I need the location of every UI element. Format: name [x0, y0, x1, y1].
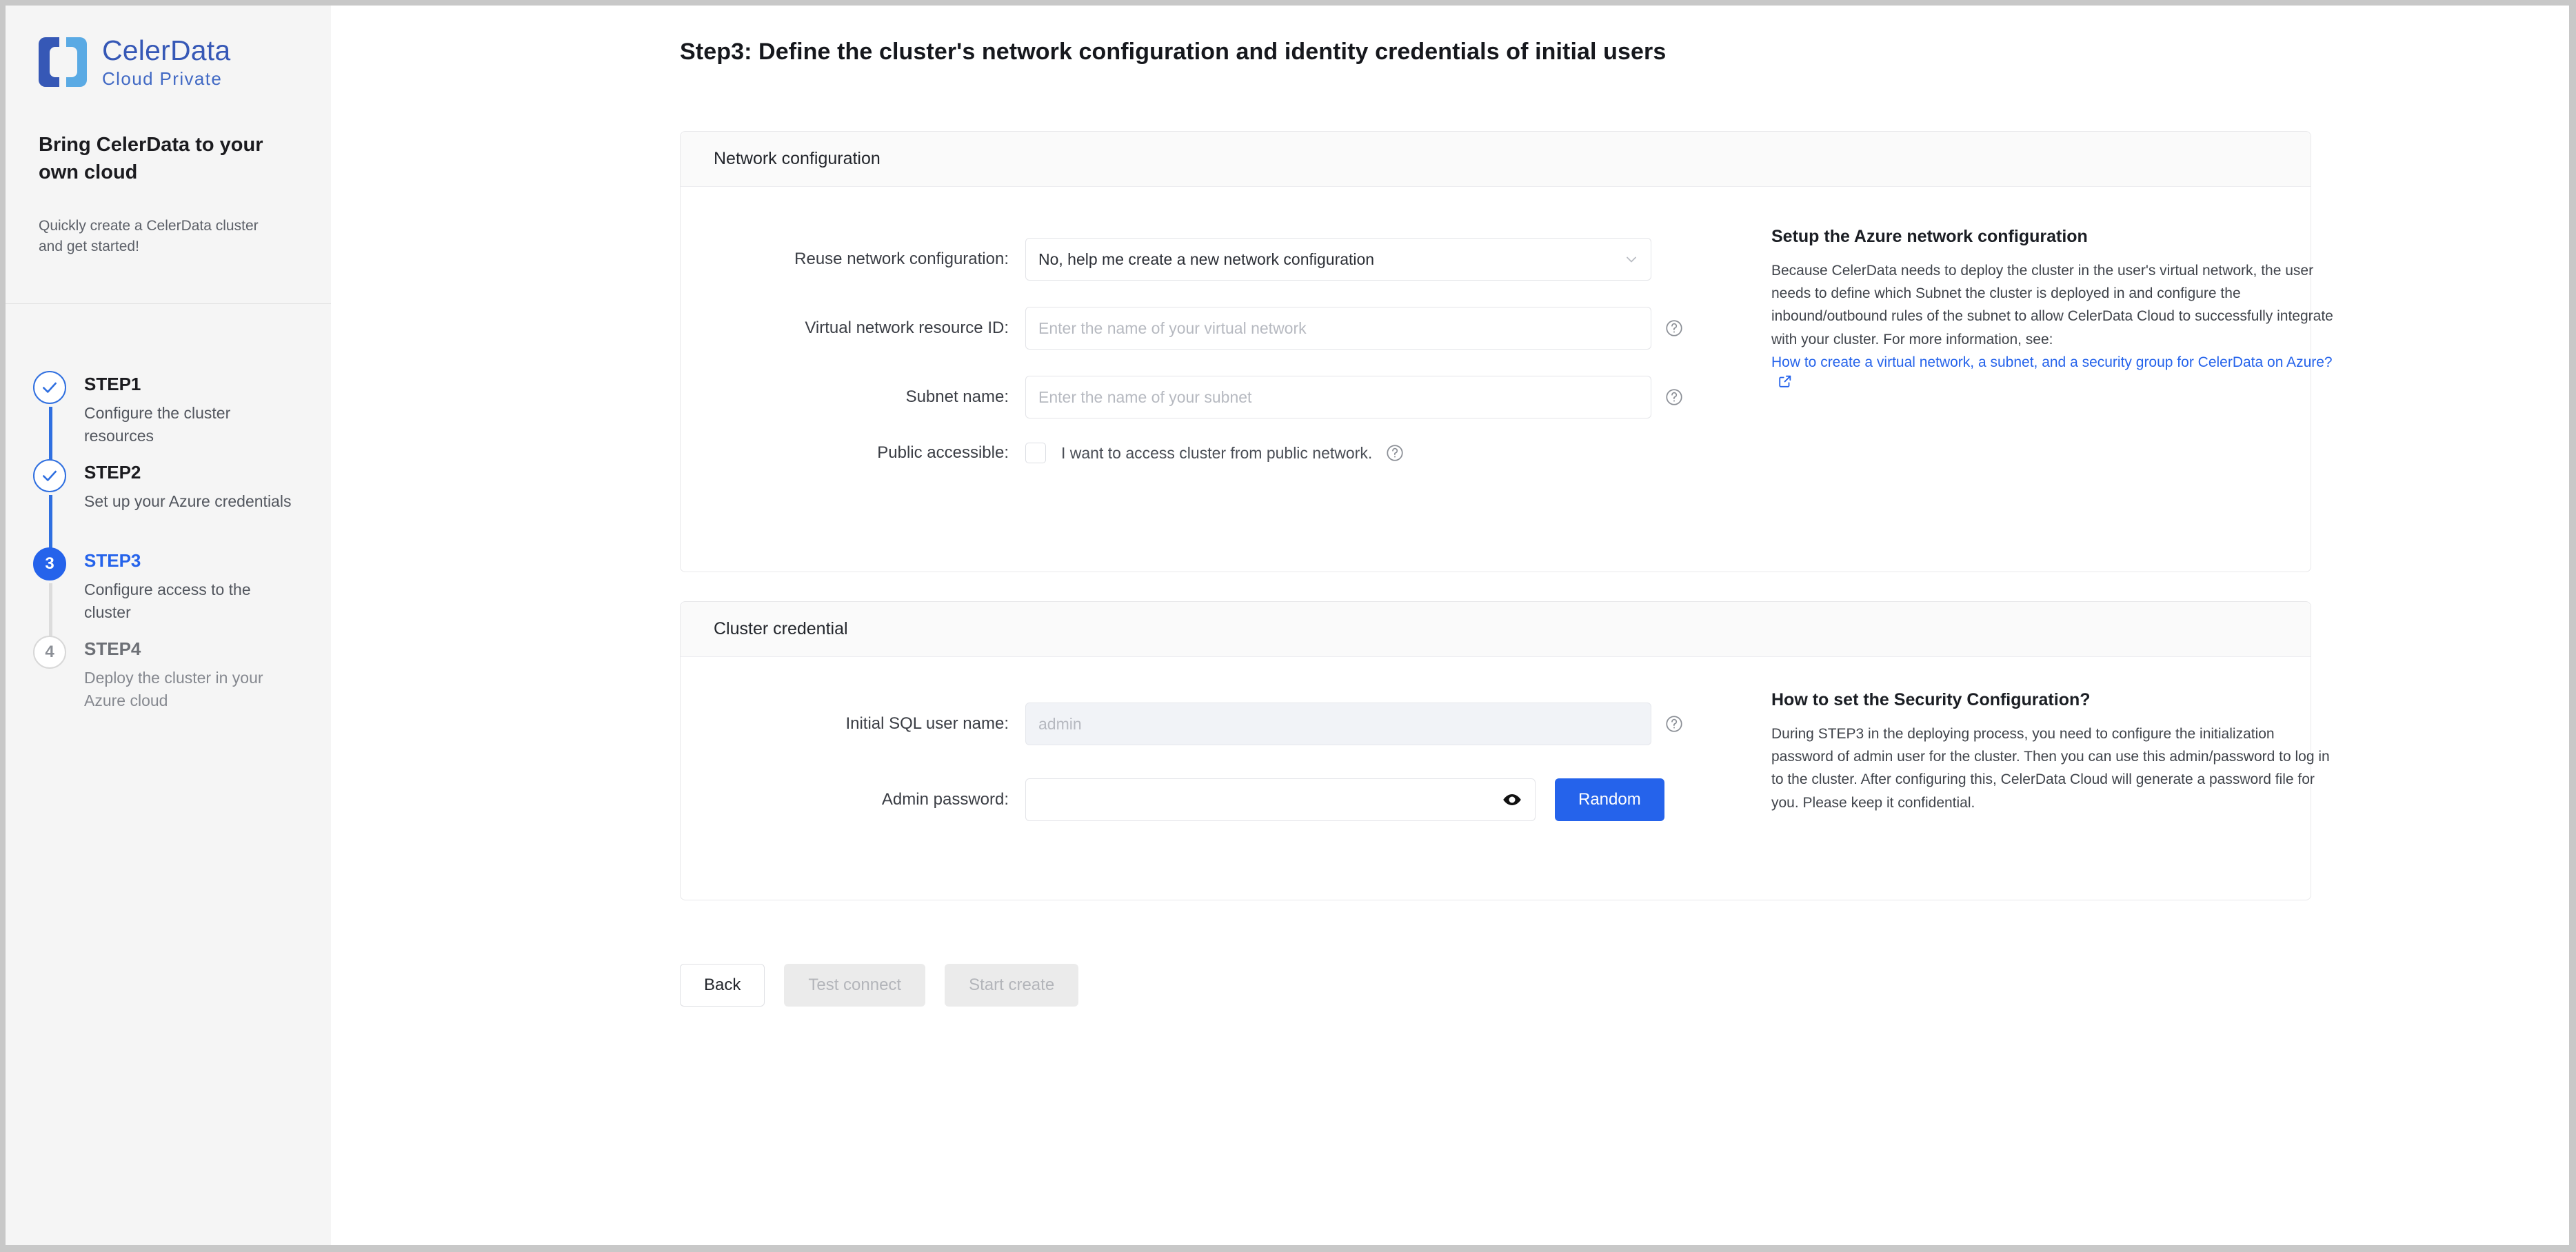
security-help-text: During STEP3 in the deploying process, y…: [1771, 723, 2337, 814]
step-4-number-badge: 4: [33, 636, 66, 669]
public-accessible-label: Public accessible:: [681, 443, 1025, 463]
reuse-network-row: Reuse network configuration: No, help me…: [681, 232, 1708, 286]
network-help-panel: Setup the Azure network configuration Be…: [1771, 227, 2337, 392]
virtual-network-label: Virtual network resource ID:: [681, 319, 1025, 338]
step-3-title: STEP3: [84, 541, 316, 569]
subnet-name-help-icon[interactable]: [1664, 387, 1684, 407]
sql-username-label: Initial SQL user name:: [681, 714, 1025, 734]
sql-username-help-icon[interactable]: [1664, 714, 1684, 734]
step-1-desc: Configure the cluster resources: [84, 402, 298, 447]
credential-card-title: Cluster credential: [714, 619, 848, 639]
security-help-panel: How to set the Security Configuration? D…: [1771, 690, 2337, 814]
subnet-name-label: Subnet name:: [681, 387, 1025, 407]
step-3-number-badge: 3: [33, 547, 66, 580]
virtual-network-input[interactable]: [1025, 307, 1651, 350]
sidebar-divider: [6, 303, 331, 304]
reuse-network-select[interactable]: No, help me create a new network configu…: [1025, 238, 1651, 281]
network-configuration-card: Network configuration Reuse network conf…: [680, 131, 2311, 572]
step-2-check-icon: [33, 459, 66, 492]
reuse-network-label: Reuse network configuration:: [681, 250, 1025, 269]
sidebar-step-2[interactable]: STEP2 Set up your Azure credentials: [33, 452, 316, 541]
step-4-title: STEP4: [84, 629, 316, 658]
brand-name: CelerData: [102, 37, 230, 65]
form-action-buttons: Back Test connect Start create: [680, 964, 1078, 1007]
sidebar-subtagline: Quickly create a CelerData cluster and g…: [39, 216, 266, 258]
network-card-body: Reuse network configuration: No, help me…: [681, 187, 2311, 572]
main-content: Step3: Define the cluster's network conf…: [331, 6, 2569, 1245]
network-help-text: Because CelerData needs to deploy the cl…: [1771, 259, 2337, 351]
start-create-button[interactable]: Start create: [945, 964, 1078, 1007]
random-password-button[interactable]: Random: [1555, 778, 1664, 821]
virtual-network-row: Virtual network resource ID:: [681, 301, 1708, 355]
network-card-title: Network configuration: [714, 149, 881, 169]
credential-card-body: Initial SQL user name: Admin password:: [681, 657, 2311, 900]
network-form: Reuse network configuration: No, help me…: [681, 232, 1708, 467]
sidebar-step-4[interactable]: 4 STEP4 Deploy the cluster in your Azure…: [33, 629, 316, 711]
step-1-title: STEP1: [84, 364, 316, 393]
sidebar-step-3[interactable]: 3 STEP3 Configure access to the cluster: [33, 541, 316, 629]
page-title: Step3: Define the cluster's network conf…: [680, 39, 1666, 65]
public-accessible-help-icon[interactable]: [1385, 443, 1405, 463]
network-card-header: Network configuration: [681, 132, 2311, 187]
chevron-down-icon: [1623, 251, 1640, 267]
step-2-title: STEP2: [84, 452, 316, 481]
celerdata-logo-icon: [39, 37, 87, 87]
sidebar-step-1[interactable]: STEP1 Configure the cluster resources: [33, 364, 316, 452]
virtual-network-help-icon[interactable]: [1664, 318, 1684, 339]
step-4-desc: Deploy the cluster in your Azure cloud: [84, 667, 298, 711]
credential-form: Initial SQL user name: Admin password:: [681, 697, 1708, 827]
network-help-title: Setup the Azure network configuration: [1771, 227, 2337, 247]
brand-wordmark: CelerData Cloud Private: [102, 37, 230, 88]
app-window: CelerData Cloud Private Bring CelerData …: [6, 6, 2569, 1245]
brand-logo: CelerData Cloud Private: [39, 37, 230, 88]
sidebar-tagline: Bring CelerData to your own cloud: [39, 131, 287, 186]
network-help-link[interactable]: How to create a virtual network, a subne…: [1771, 354, 2333, 370]
brand-edition: Cloud Private: [102, 70, 230, 88]
step-1-check-icon: [33, 371, 66, 404]
admin-password-label: Admin password:: [681, 790, 1025, 809]
step-2-desc: Set up your Azure credentials: [84, 490, 298, 513]
cluster-credential-card: Cluster credential Initial SQL user name…: [680, 601, 2311, 900]
toggle-password-visibility-icon[interactable]: [1500, 789, 1525, 810]
back-button[interactable]: Back: [680, 964, 765, 1007]
sidebar: CelerData Cloud Private Bring CelerData …: [6, 6, 332, 1245]
reuse-network-selected-value: No, help me create a new network configu…: [1038, 250, 1374, 269]
external-link-icon[interactable]: [1778, 374, 1793, 392]
public-accessible-checkbox-label: I want to access cluster from public net…: [1061, 444, 1372, 463]
subnet-name-row: Subnet name:: [681, 370, 1708, 424]
step-3-desc: Configure access to the cluster: [84, 578, 298, 623]
sql-username-input[interactable]: [1025, 703, 1651, 745]
test-connect-button[interactable]: Test connect: [784, 964, 925, 1007]
credential-card-header: Cluster credential: [681, 602, 2311, 657]
admin-password-row: Admin password: Random: [681, 773, 1708, 827]
public-accessible-checkbox[interactable]: [1025, 443, 1046, 463]
public-accessible-row: Public accessible: I want to access clus…: [681, 439, 1708, 467]
security-help-title: How to set the Security Configuration?: [1771, 690, 2337, 710]
sql-username-row: Initial SQL user name:: [681, 697, 1708, 751]
step-progress-list: STEP1 Configure the cluster resources ST…: [33, 364, 316, 711]
subnet-name-input[interactable]: [1025, 376, 1651, 418]
admin-password-input[interactable]: [1025, 778, 1536, 821]
